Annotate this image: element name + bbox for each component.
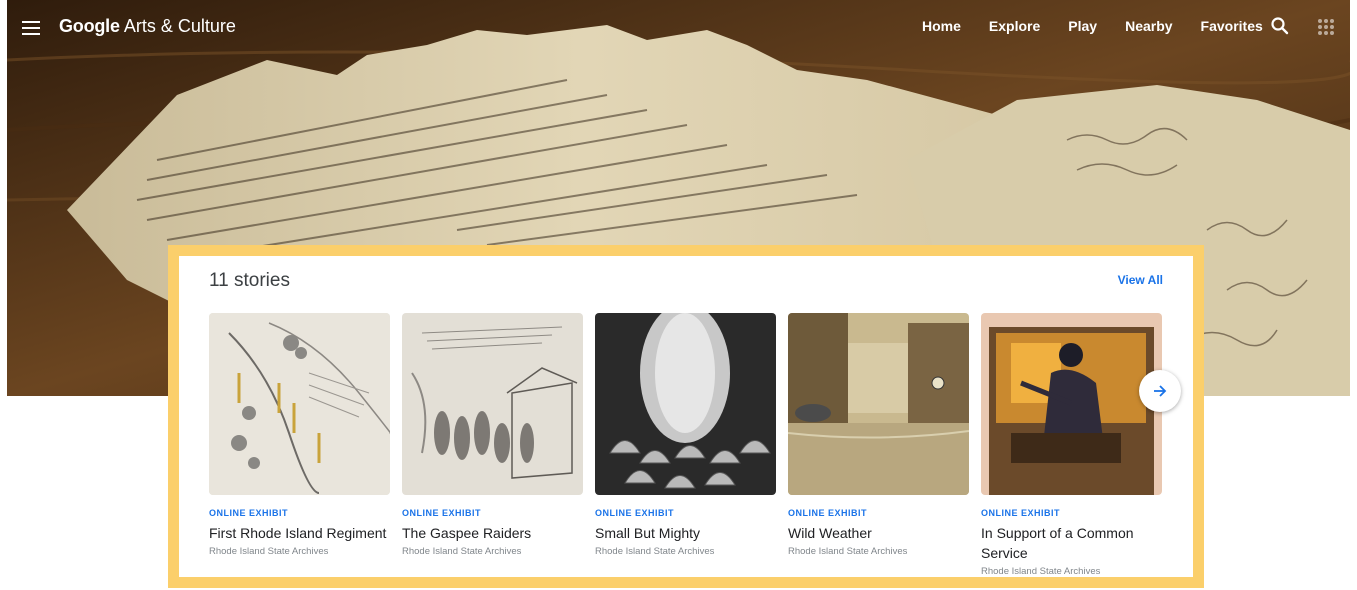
menu-icon[interactable] (22, 17, 40, 39)
search-icon[interactable] (1270, 16, 1290, 36)
story-source: Rhode Island State Archives (209, 546, 329, 557)
story-thumbnail (788, 313, 969, 495)
story-card[interactable]: ONLINE EXHIBIT In Support of a Common Se… (981, 313, 1163, 577)
story-card[interactable]: ONLINE EXHIBIT Wild Weather Rhode Island… (788, 313, 970, 557)
next-arrow-button[interactable] (1139, 370, 1181, 412)
story-type: ONLINE EXHIBIT (402, 508, 482, 518)
logo-arts-culture: Arts & Culture (119, 16, 236, 36)
story-title: In Support of a Common Service (981, 525, 1134, 561)
story-title: First Rhode Island Regiment (209, 525, 387, 541)
view-all-link[interactable]: View All (1118, 273, 1163, 287)
story-title: The Gaspee Raiders (402, 525, 532, 541)
story-thumbnail (981, 313, 1162, 495)
top-navigation-bar: Google Arts & Culture Home Explore Play … (0, 0, 1357, 56)
story-thumbnail (402, 313, 583, 495)
story-source: Rhode Island State Archives (402, 546, 522, 557)
story-title: Wild Weather (788, 525, 872, 541)
nav-home[interactable]: Home (922, 18, 961, 34)
story-card[interactable]: ONLINE EXHIBIT Small But Mighty Rhode Is… (595, 313, 777, 557)
stories-panel: 11 stories View All ONLINE EXHIBIT First… (168, 245, 1204, 588)
story-title: Small But Mighty (595, 525, 701, 541)
nav-play[interactable]: Play (1068, 18, 1097, 34)
stories-count: 11 stories (209, 270, 290, 291)
nav-nearby[interactable]: Nearby (1125, 18, 1172, 34)
logo-google: Google (59, 16, 120, 36)
apps-grid-icon[interactable] (1318, 19, 1334, 35)
nav-explore[interactable]: Explore (989, 18, 1040, 34)
story-type: ONLINE EXHIBIT (981, 508, 1061, 518)
story-type: ONLINE EXHIBIT (595, 508, 675, 518)
story-type: ONLINE EXHIBIT (788, 508, 868, 518)
story-source: Rhode Island State Archives (981, 566, 1101, 577)
story-thumbnail (595, 313, 776, 495)
story-thumbnail (209, 313, 390, 495)
nav-favorites[interactable]: Favorites (1201, 18, 1263, 34)
story-card[interactable]: ONLINE EXHIBIT The Gaspee Raiders Rhode … (402, 313, 584, 557)
site-logo[interactable]: Google Arts & Culture (59, 16, 236, 37)
story-source: Rhode Island State Archives (595, 546, 715, 557)
main-nav: Home Explore Play Nearby Favorites (922, 18, 1357, 34)
story-type: ONLINE EXHIBIT (209, 508, 289, 518)
story-card[interactable]: ONLINE EXHIBIT First Rhode Island Regime… (209, 313, 391, 557)
arrow-right-icon (1154, 385, 1167, 397)
story-source: Rhode Island State Archives (788, 546, 908, 557)
